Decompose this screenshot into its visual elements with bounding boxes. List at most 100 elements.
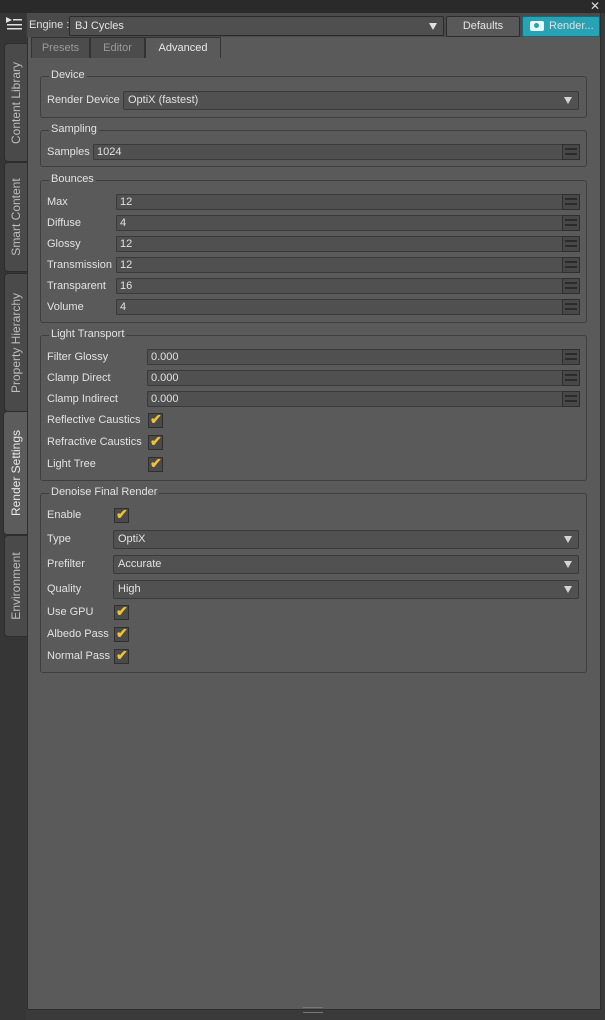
device-title: Device [49, 69, 87, 81]
samples-value: 1024 [97, 146, 122, 158]
clamp-direct-field[interactable]: 0.000 [147, 370, 563, 386]
tab-presets[interactable]: Presets [31, 37, 90, 58]
denoise-enable-label: Enable [47, 509, 82, 521]
albedo-pass-label: Albedo Pass [47, 628, 109, 640]
sampling-title: Sampling [49, 123, 99, 135]
side-tab-bar: Content Library Smart Content Property H… [0, 13, 28, 1020]
bounce-glossy-value: 12 [120, 238, 133, 250]
filter-glossy-value: 0.000 [151, 351, 179, 363]
samples-label: Samples [47, 146, 90, 158]
render-device-value: OptiX (fastest) [128, 94, 199, 106]
denoise-enable-checkbox[interactable]: ✔ [114, 506, 129, 523]
clamp-indirect-field[interactable]: 0.000 [147, 391, 563, 407]
light-transport-title: Light Transport [49, 328, 127, 340]
checkmark-icon: ✔ [116, 506, 128, 522]
bounce-glossy-field[interactable]: 12 [116, 236, 563, 252]
denoise-title: Denoise Final Render [49, 486, 160, 498]
denoise-type-select[interactable]: OptiX [113, 530, 579, 549]
resize-grip[interactable] [303, 1007, 323, 1013]
bounce-volume-value: 4 [120, 301, 127, 313]
clamp-direct-label: Clamp Direct [47, 372, 111, 384]
render-button[interactable]: Render... [522, 16, 600, 37]
bounce-diffuse-stepper[interactable] [562, 215, 580, 231]
bounces-title: Bounces [49, 173, 96, 185]
tab-advanced[interactable]: Advanced [145, 37, 221, 58]
prefilter-label: Prefilter [47, 558, 85, 570]
bounce-max-stepper[interactable] [562, 194, 580, 210]
bounce-transparent-stepper[interactable] [562, 278, 580, 294]
quality-label: Quality [47, 583, 82, 595]
bounce-volume-stepper[interactable] [562, 299, 580, 315]
use-gpu-label: Use GPU [47, 606, 94, 618]
filter-glossy-label: Filter Glossy [47, 351, 109, 363]
bounce-transmission-field[interactable]: 12 [116, 257, 563, 273]
bounce-max-label: Max [47, 196, 68, 208]
render-device-label: Render Device [47, 94, 120, 106]
bounce-max-field[interactable]: 12 [116, 194, 563, 210]
defaults-button[interactable]: Defaults [446, 16, 520, 37]
checkmark-icon: ✔ [116, 647, 128, 663]
refractive-caustics-checkbox[interactable]: ✔ [148, 433, 163, 450]
panel-menu-icon[interactable] [4, 15, 24, 33]
chevron-down-icon [564, 97, 572, 104]
bounce-transparent-value: 16 [120, 280, 133, 292]
clamp-indirect-stepper[interactable] [562, 391, 580, 407]
engine-label: Engine : [29, 19, 70, 31]
bounce-transparent-field[interactable]: 16 [116, 278, 563, 294]
bounce-volume-field[interactable]: 4 [116, 299, 563, 315]
bounce-glossy-stepper[interactable] [562, 236, 580, 252]
normal-pass-checkbox[interactable]: ✔ [114, 647, 129, 664]
prefilter-value: Accurate [118, 558, 162, 570]
chevron-down-icon [564, 586, 572, 593]
quality-value: High [118, 583, 141, 595]
bounce-volume-label: Volume [47, 301, 84, 313]
clamp-indirect-label: Clamp Indirect [47, 393, 118, 405]
bounce-transmission-stepper[interactable] [562, 257, 580, 273]
filter-glossy-stepper[interactable] [562, 349, 580, 365]
render-device-select[interactable]: OptiX (fastest) [123, 91, 579, 110]
light-tree-label: Light Tree [47, 458, 96, 470]
bounce-diffuse-label: Diffuse [47, 217, 82, 229]
prefilter-select[interactable]: Accurate [113, 555, 579, 574]
checkmark-icon: ✔ [150, 455, 162, 471]
reflective-caustics-label: Reflective Caustics [47, 414, 141, 426]
bounce-diffuse-value: 4 [120, 217, 127, 229]
checkmark-icon: ✔ [116, 625, 128, 641]
reflective-caustics-checkbox[interactable]: ✔ [148, 411, 163, 428]
bounce-glossy-label: Glossy [47, 238, 81, 250]
samples-field[interactable]: 1024 [93, 144, 563, 160]
engine-value: BJ Cycles [75, 20, 124, 32]
side-tab-smart-content[interactable]: Smart Content [4, 162, 27, 272]
light-tree-checkbox[interactable]: ✔ [148, 455, 163, 472]
close-icon[interactable]: ✕ [590, 0, 600, 13]
side-tab-environment[interactable]: Environment [4, 535, 27, 637]
side-tab-property-hierarchy[interactable]: Property Hierarchy [4, 273, 27, 412]
quality-select[interactable]: High [113, 580, 579, 599]
samples-stepper[interactable] [562, 144, 580, 160]
clamp-direct-value: 0.000 [151, 372, 179, 384]
bounce-max-value: 12 [120, 196, 133, 208]
camera-icon [530, 21, 544, 31]
normal-pass-label: Normal Pass [47, 650, 110, 662]
bounce-diffuse-field[interactable]: 4 [116, 215, 563, 231]
side-tab-content-library[interactable]: Content Library [4, 43, 27, 162]
tab-editor[interactable]: Editor [90, 37, 145, 58]
chevron-down-icon [429, 23, 437, 30]
engine-header: Engine : BJ Cycles Defaults Render... [27, 13, 600, 37]
filter-glossy-field[interactable]: 0.000 [147, 349, 563, 365]
clamp-indirect-value: 0.000 [151, 393, 179, 405]
refractive-caustics-label: Refractive Caustics [47, 436, 142, 448]
engine-select[interactable]: BJ Cycles [69, 16, 444, 36]
clamp-direct-stepper[interactable] [562, 370, 580, 386]
bounce-transparent-label: Transparent [47, 280, 106, 292]
denoise-type-label: Type [47, 533, 71, 545]
denoise-type-value: OptiX [118, 533, 146, 545]
checkmark-icon: ✔ [150, 411, 162, 427]
bounce-transmission-label: Transmission [47, 259, 112, 271]
use-gpu-checkbox[interactable]: ✔ [114, 603, 129, 620]
chevron-down-icon [564, 561, 572, 568]
render-button-label: Render... [549, 20, 594, 32]
chevron-down-icon [564, 536, 572, 543]
side-tab-render-settings[interactable]: Render Settings [3, 411, 28, 535]
albedo-pass-checkbox[interactable]: ✔ [114, 625, 129, 642]
